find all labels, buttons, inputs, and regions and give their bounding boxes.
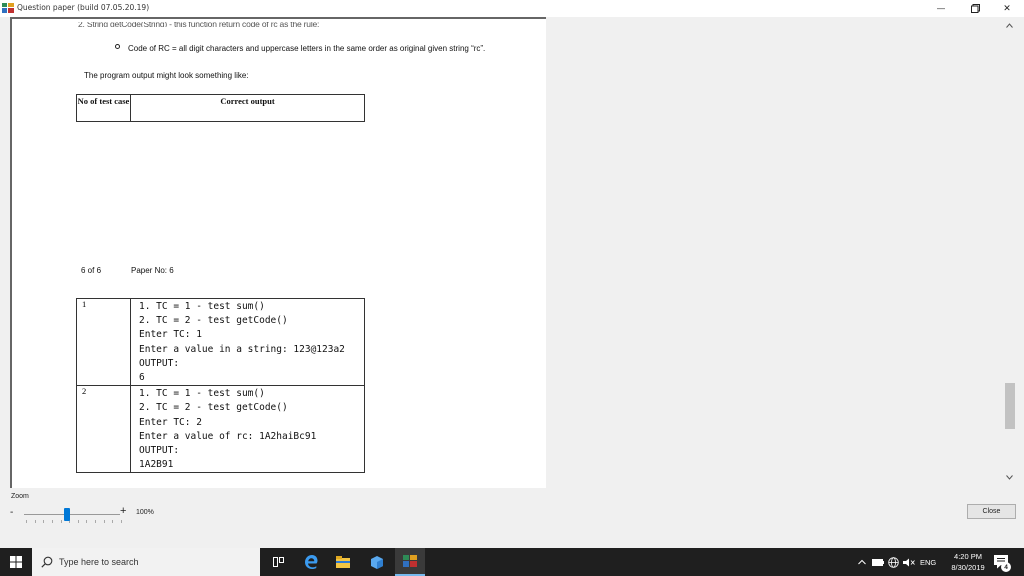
app-icon xyxy=(2,3,14,13)
test-case-output: 1. TC = 1 - test sum() 2. TC = 2 - test … xyxy=(130,297,365,387)
store-icon xyxy=(371,555,383,569)
cut-off-line: 2. String getCode(String) - this functio… xyxy=(78,22,320,27)
question-paper-taskbar-button[interactable] xyxy=(395,548,425,576)
volume-icon[interactable] xyxy=(903,558,915,567)
language-indicator[interactable]: ENG xyxy=(920,558,936,567)
app-taskbar-icon xyxy=(403,555,417,567)
file-explorer-button[interactable] xyxy=(328,548,358,576)
scroll-down-button[interactable] xyxy=(1003,475,1016,485)
start-button[interactable] xyxy=(0,548,32,576)
bullet-text: Code of RC = all digit characters and up… xyxy=(128,44,486,53)
file-explorer-icon xyxy=(336,556,350,568)
minimize-button[interactable]: — xyxy=(924,0,958,17)
minimize-icon: — xyxy=(937,4,945,13)
vertical-scrollbar[interactable] xyxy=(1003,17,1016,488)
task-view-icon xyxy=(273,557,284,567)
test-case-table: 1 1. TC = 1 - test sum() 2. TC = 2 - tes… xyxy=(76,297,365,474)
header-table: No of test case Correct output xyxy=(76,94,365,122)
close-button[interactable]: Close xyxy=(967,504,1016,519)
edge-icon xyxy=(305,555,318,569)
document-page: 2. String getCode(String) - this functio… xyxy=(10,17,546,488)
window-title: Question paper (build 07.05.20.19) xyxy=(17,3,150,12)
scroll-up-icon xyxy=(1006,23,1013,28)
network-icon[interactable] xyxy=(888,556,899,568)
document-viewer[interactable]: 2. String getCode(String) - this functio… xyxy=(0,17,1024,488)
zoom-panel: Zoom - + 100% Close xyxy=(0,488,1024,548)
test-case-number: 1 xyxy=(76,297,131,387)
search-placeholder: Type here to search xyxy=(59,557,139,567)
scrollbar-thumb[interactable] xyxy=(1005,383,1015,429)
close-icon: ✕ xyxy=(1003,3,1011,13)
zoom-slider-track[interactable] xyxy=(24,514,120,515)
bullet-icon xyxy=(115,44,120,49)
zoom-label: Zoom xyxy=(11,493,29,500)
zoom-out-button[interactable]: - xyxy=(10,507,13,518)
zoom-in-button[interactable]: + xyxy=(120,505,126,517)
maximize-button[interactable] xyxy=(958,0,992,17)
taskbar: Type here to search ENG 4:20 PM 8/30/201… xyxy=(0,548,1024,576)
notification-count: 4 xyxy=(1001,562,1011,572)
maximize-icon xyxy=(970,4,980,13)
title-bar: Question paper (build 07.05.20.19) — ✕ xyxy=(0,0,1024,17)
intro-text: The program output might look something … xyxy=(84,71,249,80)
zoom-value: 100% xyxy=(136,509,154,516)
paper-number: Paper No: 6 xyxy=(131,266,174,275)
clock[interactable]: 4:20 PM 8/30/2019 xyxy=(942,551,994,573)
zoom-slider-ticks xyxy=(26,520,122,523)
scroll-up-button[interactable] xyxy=(1003,23,1016,33)
search-icon xyxy=(41,556,53,568)
test-case-number: 2 xyxy=(76,385,131,474)
task-view-button[interactable] xyxy=(264,548,294,576)
page-number: 6 of 6 xyxy=(81,266,102,275)
tray-chevron-icon[interactable] xyxy=(858,559,866,565)
taskbar-search[interactable]: Type here to search xyxy=(32,548,260,576)
store-button[interactable] xyxy=(362,548,392,576)
test-case-output: 1. TC = 1 - test sum() 2. TC = 2 - test … xyxy=(130,385,365,474)
battery-icon[interactable] xyxy=(872,558,884,566)
system-tray: ENG xyxy=(858,548,936,576)
clock-time: 4:20 PM xyxy=(954,552,982,561)
close-window-button[interactable]: ✕ xyxy=(990,0,1024,17)
table-row: 2 1. TC = 1 - test sum() 2. TC = 2 - tes… xyxy=(76,385,365,474)
windows-start-icon xyxy=(10,556,22,568)
header-correct-output: Correct output xyxy=(130,94,365,122)
scroll-down-icon xyxy=(1006,475,1013,480)
zoom-slider-thumb[interactable] xyxy=(64,508,71,521)
edge-button[interactable] xyxy=(296,548,326,576)
clock-date: 8/30/2019 xyxy=(951,563,985,572)
table-row: 1 1. TC = 1 - test sum() 2. TC = 2 - tes… xyxy=(76,297,365,387)
header-no-of-test-case: No of test case xyxy=(76,94,131,122)
